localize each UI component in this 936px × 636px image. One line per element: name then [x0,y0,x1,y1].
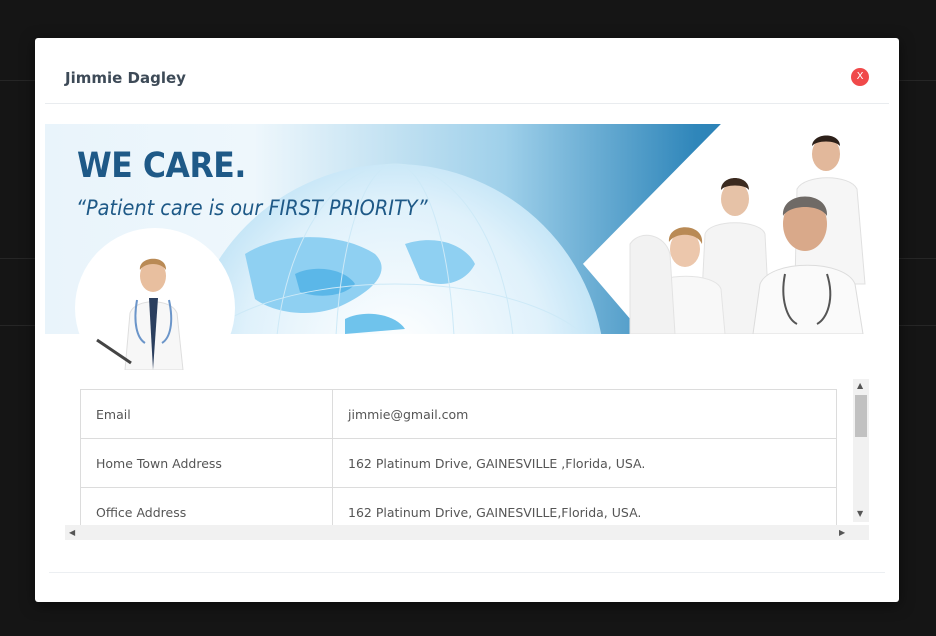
details-table-container: Email jimmie@gmail.com Home Town Address… [65,380,869,525]
close-button[interactable]: X [851,68,869,86]
scroll-down-icon[interactable]: ▼ [857,509,863,518]
detail-label: Email [80,389,333,439]
modal-header: Jimmie Dagley X [45,38,889,104]
detail-value: 162 Platinum Drive, GAINESVILLE ,Florida… [332,438,837,488]
detail-value: jimmie@gmail.com [332,389,837,439]
table-row: Email jimmie@gmail.com [80,389,837,439]
detail-value: 162 Platinum Drive, GAINESVILLE,Florida,… [332,487,837,525]
vertical-scrollbar[interactable]: ▲ ▼ [853,379,869,522]
table-row: Home Town Address 162 Platinum Drive, GA… [80,438,837,488]
scroll-right-icon[interactable]: ▶ [839,528,845,537]
horizontal-scrollbar[interactable]: ◀ ▶ [65,525,869,540]
modal-footer-divider [49,572,885,573]
detail-label: Home Town Address [80,438,333,488]
profile-modal: Jimmie Dagley X WE CARE. “Patient care i… [35,38,899,602]
scroll-up-icon[interactable]: ▲ [857,381,863,390]
banner-heading: WE CARE. [77,146,246,186]
banner-tagline: “Patient care is our FIRST PRIORITY” [76,196,428,220]
doctor-avatar [75,228,235,370]
table-row: Office Address 162 Platinum Drive, GAINE… [80,487,837,525]
detail-label: Office Address [80,487,333,525]
modal-title: Jimmie Dagley [65,69,186,87]
details-table: Email jimmie@gmail.com Home Town Address… [80,389,837,525]
scroll-left-icon[interactable]: ◀ [69,528,75,537]
vertical-scroll-thumb[interactable] [855,395,867,437]
